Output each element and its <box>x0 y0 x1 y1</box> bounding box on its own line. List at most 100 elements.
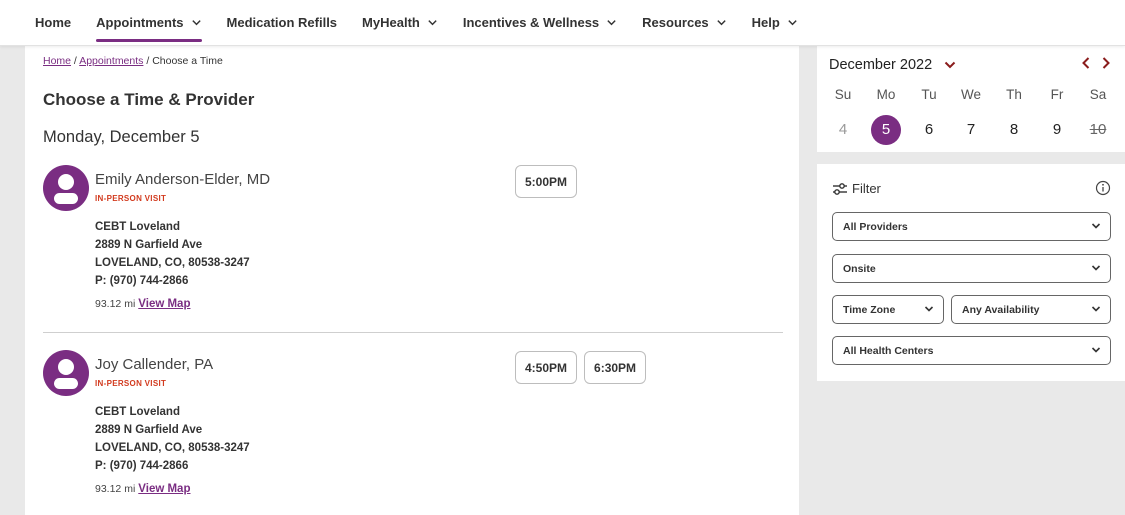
street-address: 2889 N Garfield Ave <box>95 424 203 436</box>
nav-incentives-wellness[interactable]: Incentives & Wellness <box>463 0 617 46</box>
chevron-down-icon <box>1091 223 1101 229</box>
calendar-day-selected[interactable]: 5 <box>871 115 901 145</box>
phone-number: P: (970) 744-2866 <box>95 460 189 472</box>
visit-type-badge: IN-PERSON VISIT <box>95 194 167 203</box>
weekday-label: Mo <box>876 87 896 102</box>
weekday-label: Su <box>834 87 852 102</box>
nav-resources[interactable]: Resources <box>642 0 726 46</box>
distance-value: 93.12 mi <box>95 483 136 495</box>
nav-myhealth-label: MyHealth <box>362 15 420 30</box>
calendar-day[interactable]: 7 <box>956 115 986 145</box>
nav-resources-label: Resources <box>642 15 709 30</box>
chevron-down-icon <box>428 20 437 26</box>
month-navigation <box>1081 56 1111 70</box>
avatar <box>43 165 89 211</box>
city-address: LOVELAND, CO, 80538-3247 <box>95 442 250 454</box>
divider <box>43 332 783 333</box>
weekday-label: We <box>960 87 981 102</box>
chevron-right-icon <box>1102 57 1110 69</box>
nav-appointments[interactable]: Appointments <box>96 0 202 46</box>
chevron-left-icon <box>1082 57 1090 69</box>
health-centers-select-value: All Health Centers <box>843 344 934 357</box>
nav-help[interactable]: Help <box>752 0 798 46</box>
nav-myhealth[interactable]: MyHealth <box>362 0 438 46</box>
visit-mode-select[interactable]: Onsite <box>832 254 1111 283</box>
view-map-link[interactable]: View Map <box>138 298 190 310</box>
date-picker: December 2022 Su Mo Tu We Th Fr Sa 4 5 6… <box>817 46 1125 152</box>
user-icon <box>54 174 78 204</box>
chevron-down-icon <box>944 61 956 69</box>
nav-medication-refills[interactable]: Medication Refills <box>227 0 338 46</box>
providers-select-value: All Providers <box>843 220 908 233</box>
provider-card: Emily Anderson-Elder, MD IN-PERSON VISIT… <box>43 165 783 315</box>
calendar-day[interactable]: 8 <box>999 115 1029 145</box>
availability-select[interactable]: Any Availability <box>951 295 1111 324</box>
phone-number: P: (970) 744-2866 <box>95 275 189 287</box>
location-name: CEBT Loveland <box>95 221 180 233</box>
nav-appointments-label: Appointments <box>96 15 184 30</box>
weekday-label: Fr <box>1050 87 1064 102</box>
time-slot-button[interactable]: 6:30PM <box>584 351 647 384</box>
time-slots: 5:00PM <box>515 165 584 198</box>
nav-home-label: Home <box>35 15 72 30</box>
location-name: CEBT Loveland <box>95 406 180 418</box>
visit-mode-select-value: Onsite <box>843 262 876 275</box>
time-slot-button[interactable]: 5:00PM <box>515 165 578 198</box>
avatar <box>43 350 89 396</box>
chevron-down-icon <box>607 20 616 26</box>
top-navigation: Home Appointments Medication Refills MyH… <box>0 0 1125 46</box>
breadcrumb-appointments-link[interactable]: Appointments <box>79 55 143 67</box>
breadcrumb-home-link[interactable]: Home <box>43 55 71 67</box>
distance-value: 93.12 mi <box>95 298 136 310</box>
time-zone-select-value: Time Zone <box>843 303 896 316</box>
calendar-day[interactable]: 6 <box>914 115 944 145</box>
breadcrumb: Home / Appointments / Choose a Time <box>43 55 223 67</box>
breadcrumb-separator: / <box>143 55 153 67</box>
filter-title: Filter <box>852 181 881 196</box>
user-icon <box>54 359 78 389</box>
page-title: Choose a Time & Provider <box>43 90 255 109</box>
chevron-down-icon <box>191 20 201 26</box>
nav-incentives-wellness-label: Incentives & Wellness <box>462 15 600 30</box>
availability-select-value: Any Availability <box>962 303 1040 316</box>
breadcrumb-current: Choose a Time <box>152 55 223 67</box>
weekday-label: Th <box>1006 87 1022 102</box>
date-heading: Monday, December 5 <box>43 128 200 146</box>
weekday-label: Tu <box>921 87 937 102</box>
previous-month-button[interactable] <box>1081 56 1091 70</box>
chevron-down-icon <box>1091 265 1101 271</box>
time-slot-button[interactable]: 4:50PM <box>515 351 578 384</box>
chevron-down-icon <box>1091 347 1101 353</box>
distance: 93.12 mi View Map <box>95 483 190 495</box>
chevron-down-icon <box>788 20 797 26</box>
providers-select[interactable]: All Providers <box>832 212 1111 241</box>
health-centers-select[interactable]: All Health Centers <box>832 336 1111 365</box>
appointment-results-panel: Home / Appointments / Choose a Time Choo… <box>25 46 799 515</box>
street-address: 2889 N Garfield Ave <box>95 239 203 251</box>
calendar-day-unavailable: 10 <box>1089 121 1107 138</box>
time-slots: 4:50PM 6:30PM <box>515 351 653 384</box>
calendar-day[interactable]: 4 <box>828 115 858 145</box>
filter-panel: Filter All Providers Onsite Time Zone An… <box>817 164 1125 381</box>
chevron-down-icon <box>716 20 726 26</box>
chevron-down-icon <box>1091 306 1101 312</box>
nav-help-label: Help <box>751 15 780 30</box>
provider-name: Joy Callender, PA <box>95 356 214 373</box>
provider-card: Joy Callender, PA IN-PERSON VISIT CEBT L… <box>43 350 783 500</box>
sliders-icon <box>833 183 847 195</box>
time-zone-select[interactable]: Time Zone <box>832 295 944 324</box>
calendar-day[interactable]: 9 <box>1042 115 1072 145</box>
nav-medication-refills-label: Medication Refills <box>226 15 338 30</box>
nav-home[interactable]: Home <box>35 0 71 46</box>
city-address: LOVELAND, CO, 80538-3247 <box>95 257 250 269</box>
provider-name: Emily Anderson-Elder, MD <box>95 171 271 188</box>
distance: 93.12 mi View Map <box>95 298 190 310</box>
breadcrumb-separator: / <box>71 55 80 67</box>
view-map-link[interactable]: View Map <box>138 483 190 495</box>
chevron-down-icon <box>924 306 934 312</box>
info-icon[interactable] <box>1095 180 1111 196</box>
month-selector[interactable]: December 2022 <box>829 57 956 73</box>
visit-type-badge: IN-PERSON VISIT <box>95 379 167 388</box>
next-month-button[interactable] <box>1101 56 1111 70</box>
month-label: December 2022 <box>829 57 933 73</box>
